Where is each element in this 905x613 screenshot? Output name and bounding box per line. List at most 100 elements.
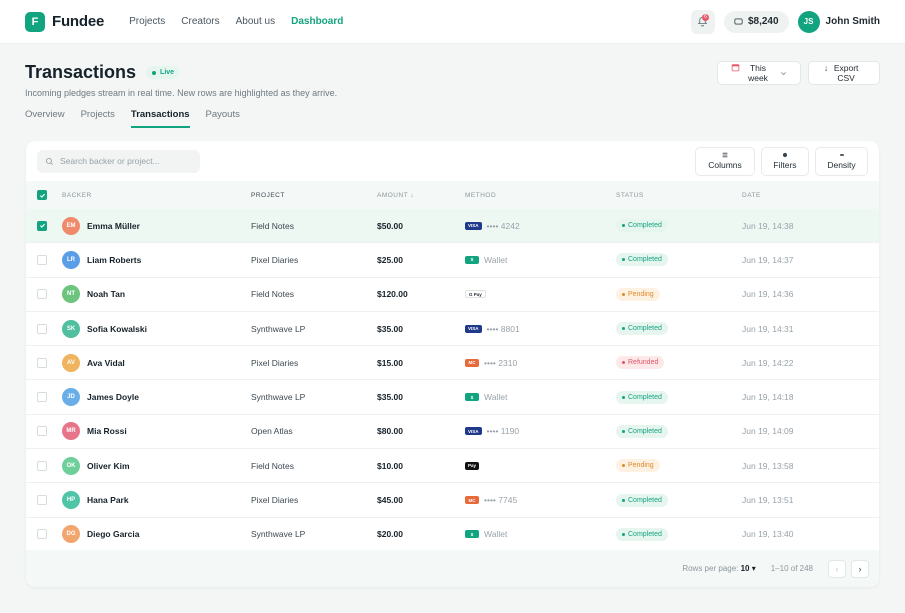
backer-name[interactable]: Oliver Kim (87, 461, 130, 471)
backer-name[interactable]: Hana Park (87, 495, 129, 505)
project-cell[interactable]: Synthwave LP (251, 529, 377, 539)
tab-transactions[interactable]: Transactions (130, 109, 190, 128)
table-row[interactable]: OK Oliver Kim Field Notes $10.00 Pay Pen… (26, 449, 879, 484)
date-cell: Jun 19, 14:36 (742, 289, 794, 300)
backer-name[interactable]: Sofia Kowalski (87, 324, 147, 334)
project-cell[interactable]: Pixel Diaries (251, 255, 377, 265)
backer-avatar: LR (62, 250, 80, 269)
row-checkbox[interactable] (37, 426, 47, 437)
project-cell[interactable]: Synthwave LP (251, 324, 377, 334)
table-row[interactable]: EM Emma Müller Field Notes $50.00 VISA •… (26, 209, 879, 244)
status-badge: Refunded (616, 356, 665, 370)
nav-creators[interactable]: Creators (181, 16, 219, 27)
row-checkbox[interactable] (37, 289, 47, 300)
rows-per-page-select[interactable]: 10 ▾ (741, 564, 756, 573)
backer-name[interactable]: Noah Tan (87, 289, 125, 299)
table-row[interactable]: LR Liam Roberts Pixel Diaries $25.00 $ W… (26, 243, 879, 278)
export-csv-button[interactable]: ↓ Export CSV (808, 61, 880, 85)
density-button[interactable]: Density (815, 146, 868, 176)
header-method[interactable]: METHOD (465, 192, 616, 199)
project-cell[interactable]: Pixel Diaries (251, 358, 377, 368)
tab-projects[interactable]: Projects (81, 109, 115, 128)
notifications-button[interactable]: 6 (690, 9, 715, 34)
project-cell[interactable]: Field Notes (251, 221, 377, 231)
select-all-checkbox[interactable] (37, 190, 47, 200)
backer-name[interactable]: Liam Roberts (87, 255, 141, 265)
header-backer[interactable]: BACKER (62, 192, 251, 199)
live-label: Live (160, 69, 175, 76)
status-dot-icon (622, 292, 625, 296)
table-row[interactable]: AV Ava Vidal Pixel Diaries $15.00 MC •••… (26, 346, 879, 381)
balance-chip[interactable]: $8,240 (723, 10, 789, 33)
row-checkbox[interactable] (37, 529, 47, 540)
backer-cell: MR Mia Rossi (62, 422, 251, 441)
project-cell[interactable]: Field Notes (251, 461, 377, 471)
gpay-icon: G Pay (465, 290, 486, 299)
backer-avatar: MR (62, 422, 80, 441)
table-row[interactable]: NT Noah Tan Field Notes $120.00 G Pay Pe… (26, 278, 879, 312)
table-row[interactable]: JD James Doyle Synthwave LP $35.00 $ Wal… (26, 380, 879, 415)
backer-name[interactable]: Mia Rossi (87, 426, 127, 436)
row-select-cell (26, 254, 62, 265)
nav-projects[interactable]: Projects (129, 16, 165, 27)
header-date[interactable]: DATE (742, 192, 761, 199)
row-select-cell (26, 392, 62, 403)
table-row[interactable]: SK Sofia Kowalski Synthwave LP $35.00 VI… (26, 312, 879, 347)
rows-per-page[interactable]: Rows per page: 10 ▾ (682, 564, 755, 573)
backer-name[interactable]: Diego Garcia (87, 529, 139, 539)
table-footer: Rows per page: 10 ▾ 1–10 of 248 ‹ › (26, 550, 879, 587)
project-cell[interactable]: Pixel Diaries (251, 495, 377, 505)
next-page-button[interactable]: › (851, 559, 869, 578)
wallet-icon (734, 18, 743, 25)
user-menu[interactable]: JS John Smith (797, 10, 880, 33)
search-icon (45, 157, 53, 165)
search-input[interactable] (60, 156, 190, 166)
nav-about-us[interactable]: About us (236, 16, 275, 27)
method-cell: $ Wallet (465, 255, 616, 265)
project-cell[interactable]: Open Atlas (251, 426, 377, 436)
backer-name[interactable]: Ava Vidal (87, 358, 125, 368)
row-checkbox[interactable] (37, 357, 47, 368)
backer-cell: HP Hana Park (62, 491, 251, 510)
columns-button[interactable]: Columns (695, 146, 755, 176)
method-cell: MC •••• 7745 (465, 495, 616, 505)
project-cell[interactable]: Field Notes (251, 289, 377, 299)
chevron-down-icon (781, 71, 786, 75)
row-checkbox[interactable] (37, 220, 47, 231)
row-checkbox[interactable] (37, 323, 47, 334)
tab-overview[interactable]: Overview (25, 109, 65, 128)
row-select-cell (26, 220, 62, 231)
project-cell[interactable]: Synthwave LP (251, 392, 377, 402)
header-project[interactable]: PROJECT (251, 192, 377, 199)
header-amount-sort[interactable]: AMOUNT ↓ (377, 192, 465, 199)
backer-cell: AV Ava Vidal (62, 353, 251, 372)
nav-dashboard[interactable]: Dashboard (291, 16, 343, 27)
row-checkbox[interactable] (37, 460, 47, 471)
date-range-dropdown[interactable]: This week (717, 61, 801, 85)
tab-payouts[interactable]: Payouts (206, 109, 240, 128)
header-status[interactable]: STATUS (616, 192, 742, 199)
backer-name[interactable]: Emma Müller (87, 221, 140, 231)
backer-name[interactable]: James Doyle (87, 392, 139, 402)
search-box[interactable] (37, 149, 200, 173)
status-dot-icon (622, 224, 625, 228)
backer-avatar: DG (62, 525, 80, 544)
table-row[interactable]: MR Mia Rossi Open Atlas $80.00 VISA ••••… (26, 415, 879, 450)
table-row[interactable]: HP Hana Park Pixel Diaries $45.00 MC •••… (26, 483, 879, 518)
wallet-icon: $ (465, 255, 479, 264)
backer-avatar: JD (62, 388, 80, 407)
visa-icon: VISA (465, 324, 482, 333)
check-icon (39, 223, 45, 228)
row-checkbox[interactable] (37, 254, 47, 265)
row-checkbox[interactable] (37, 392, 47, 403)
row-checkbox[interactable] (37, 495, 47, 506)
table-row[interactable]: DG Diego Garcia Synthwave LP $20.00 $ Wa… (26, 518, 879, 552)
prev-page-button[interactable]: ‹ (828, 559, 846, 578)
check-icon (39, 193, 45, 198)
status-dot-icon (622, 532, 625, 536)
logo[interactable]: F Fundee (25, 11, 104, 32)
status-cell: Completed (616, 493, 742, 507)
date-range-label: This week (748, 63, 768, 83)
filters-button[interactable]: Filters (761, 146, 809, 176)
wallet-icon: $ (465, 530, 479, 539)
